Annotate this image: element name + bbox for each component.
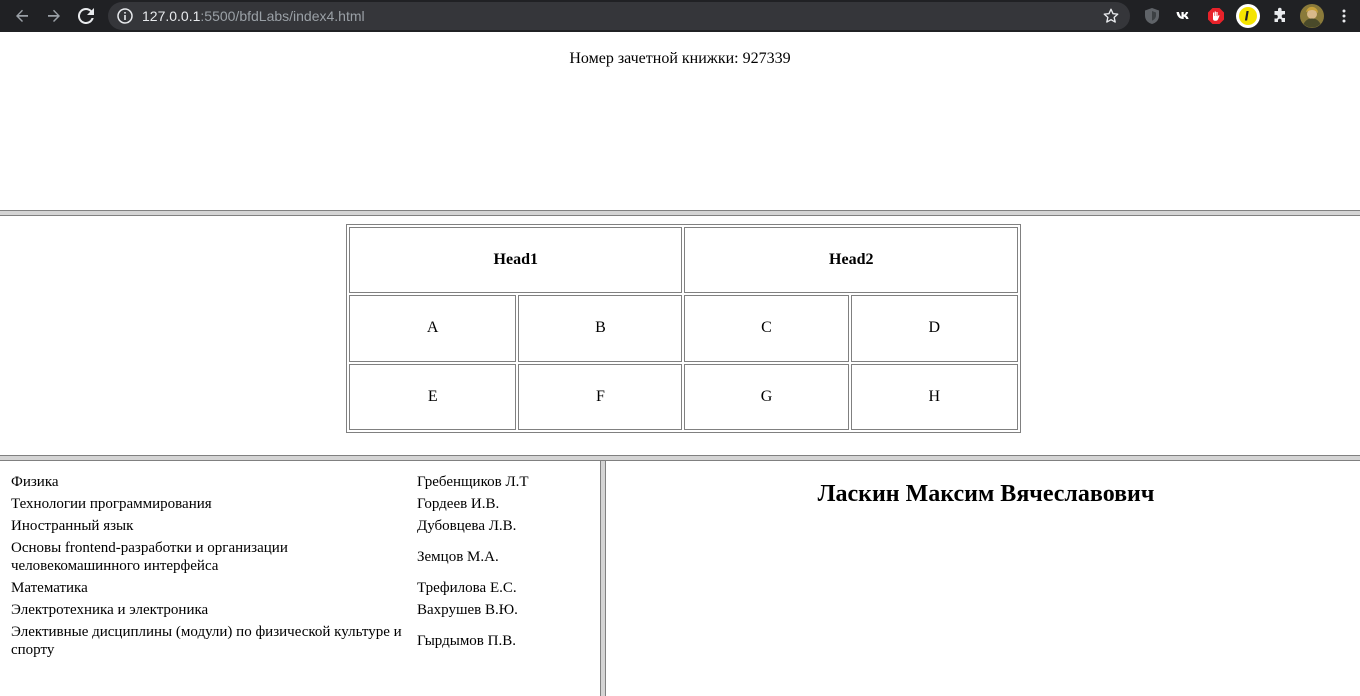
- url-host: 127.0.0.1: [142, 8, 201, 24]
- i-extension-icon: [1236, 4, 1260, 28]
- record-book-number: Номер зачетной книжки: 927339: [569, 50, 791, 67]
- profile-avatar: [1300, 4, 1324, 28]
- subject-name: Электротехника и электроника: [11, 602, 209, 618]
- subject-name: Элективные дисциплины (модули) по физиче…: [11, 624, 402, 658]
- extensions-button[interactable]: [1268, 4, 1292, 28]
- middle-frame: Head1 Head2 A B C D E F G H: [0, 216, 1360, 455]
- adblock-extension-icon: [1208, 8, 1224, 24]
- table-cell: C: [684, 295, 849, 362]
- teacher-name: Вахрушев В.Ю.: [417, 602, 518, 618]
- table-head-1: Head1: [349, 227, 683, 294]
- table-head-2: Head2: [684, 227, 1018, 294]
- table-row: E F G H: [349, 363, 1018, 430]
- teacher-name: Гордеев И.В.: [417, 496, 500, 512]
- letters-table: Head1 Head2 A B C D E F G H: [346, 224, 1021, 433]
- browser-toolbar: 127.0.0.1:5500/bfdLabs/index4.html: [0, 0, 1360, 32]
- i-extension-button[interactable]: [1236, 4, 1260, 28]
- url-path: :5500/bfdLabs/index4.html: [200, 8, 365, 24]
- shield-extension-icon: [1145, 8, 1159, 24]
- subjects-frame: Физика Гребенщиков Л.Т Технологии програм…: [0, 461, 600, 696]
- forward-icon: [48, 9, 60, 22]
- subject-row: Элективные дисциплины (модули) по физиче…: [10, 622, 586, 660]
- teacher-name: Гребенщиков Л.Т: [417, 474, 529, 490]
- table-cell: B: [518, 295, 683, 362]
- back-icon: [16, 9, 28, 22]
- subject-name: Иностранный язык: [11, 518, 134, 534]
- table-cell: F: [518, 363, 683, 430]
- url-text: 127.0.0.1:5500/bfdLabs/index4.html: [142, 7, 365, 25]
- subject-row: Основы frontend-разработки и организации…: [10, 538, 586, 576]
- table-cell: G: [684, 363, 849, 430]
- vk-extension-button[interactable]: [1172, 4, 1196, 28]
- puzzle-extension-icon: [1274, 7, 1285, 22]
- subjects-table: Физика Гребенщиков Л.Т Технологии програм…: [8, 470, 588, 662]
- subject-row: Технологии программирования Гордеев И.В.: [10, 494, 586, 514]
- reload-button[interactable]: [74, 4, 98, 28]
- table-cell: D: [850, 295, 1018, 362]
- top-frame: Номер зачетной книжки: 927339: [0, 32, 1360, 210]
- vk-extension-icon: [1176, 12, 1189, 19]
- reload-icon: [78, 8, 94, 24]
- subject-row: Математика Трефилова Е.С.: [10, 578, 586, 598]
- shield-extension-button[interactable]: [1140, 4, 1164, 28]
- table-cell: E: [349, 363, 517, 430]
- address-bar[interactable]: 127.0.0.1:5500/bfdLabs/index4.html: [108, 2, 1130, 30]
- teacher-name: Трефилова Е.С.: [417, 580, 517, 596]
- table-cell: H: [850, 363, 1018, 430]
- chrome-menu-button[interactable]: [1332, 4, 1356, 28]
- student-frame: Ласкин Максим Вячеславович: [606, 461, 1360, 696]
- profile-button[interactable]: [1300, 4, 1324, 28]
- back-button[interactable]: [10, 4, 34, 28]
- student-name-heading: Ласкин Максим Вячеславович: [817, 481, 1155, 507]
- subject-name: Математика: [11, 580, 88, 596]
- subject-name: Технологии программирования: [11, 496, 212, 512]
- subject-name: Физика: [11, 474, 59, 490]
- star-icon[interactable]: [1102, 7, 1120, 25]
- subject-name: Основы frontend-разработки и организации…: [11, 540, 288, 574]
- subject-row: Электротехника и электроника Вахрушев В.Ю…: [10, 600, 586, 620]
- teacher-name: Земцов М.А.: [417, 549, 499, 565]
- table-row: A B C D: [349, 295, 1018, 362]
- adblock-extension-button[interactable]: [1204, 4, 1228, 28]
- forward-button[interactable]: [42, 4, 66, 28]
- menu-kebab-icon: [1342, 9, 1346, 23]
- subject-row: Иностранный язык Дубовцева Л.В.: [10, 516, 586, 536]
- table-header-row: Head1 Head2: [349, 227, 1018, 294]
- teacher-name: Дубовцева Л.В.: [417, 518, 517, 534]
- info-icon[interactable]: [117, 8, 133, 24]
- teacher-name: Гырдымов П.В.: [417, 633, 516, 649]
- table-cell: A: [349, 295, 517, 362]
- subject-row: Физика Гребенщиков Л.Т: [10, 472, 586, 492]
